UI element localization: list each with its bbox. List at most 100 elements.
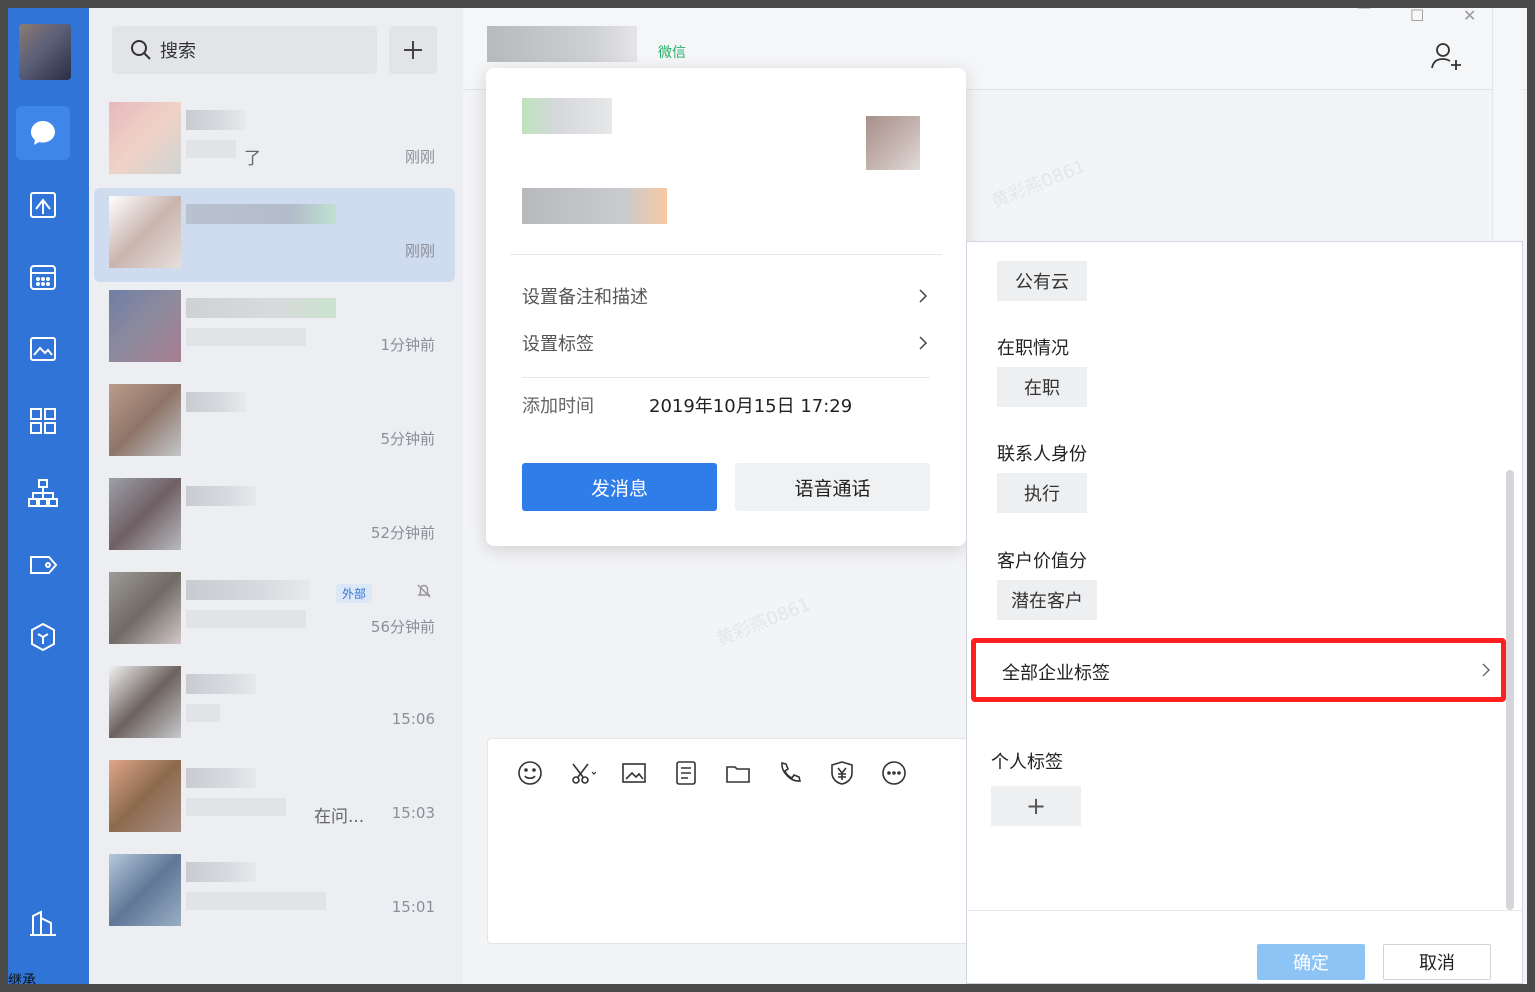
chat-time: 刚刚 bbox=[404, 148, 435, 166]
chat-message bbox=[186, 704, 220, 722]
chat-item[interactable]: 刚刚 bbox=[94, 188, 455, 282]
chat-item[interactable]: 52分钟前 bbox=[94, 470, 455, 564]
chat-name bbox=[186, 862, 256, 882]
add-personal-tag-button[interactable]: + bbox=[991, 786, 1081, 826]
all-enterprise-tags-label: 全部企业标签 bbox=[1002, 663, 1110, 684]
phone-icon[interactable] bbox=[764, 755, 816, 791]
tag-panel: 公有云 在职情况 在职 联系人身份 执行 客户价值分 潜在客户 全部企业标签 个… bbox=[966, 241, 1523, 984]
payment-icon[interactable] bbox=[816, 755, 868, 791]
voice-call-button[interactable]: 语音通话 bbox=[735, 463, 930, 511]
set-remark-label: 设置备注和描述 bbox=[522, 287, 648, 308]
chevron-right-icon bbox=[919, 336, 928, 350]
section-title: 个人标签 bbox=[991, 752, 1063, 773]
divider bbox=[522, 377, 930, 378]
section-title: 联系人身份 bbox=[997, 444, 1087, 465]
add-button[interactable] bbox=[389, 26, 437, 74]
divider bbox=[510, 254, 942, 255]
added-time-value: 2019年10月15日 17:29 bbox=[649, 396, 853, 417]
message-composer[interactable] bbox=[487, 738, 987, 944]
chat-message bbox=[186, 892, 326, 910]
watermark: 黄彩燕0861 bbox=[988, 155, 1089, 213]
organization-icon[interactable] bbox=[16, 466, 70, 520]
card-contact-info bbox=[522, 188, 667, 224]
apps-grid-icon[interactable] bbox=[16, 394, 70, 448]
tag-chip[interactable]: 公有云 bbox=[997, 261, 1087, 301]
confirm-button[interactable]: 确定 bbox=[1257, 944, 1365, 980]
chat-time: 56分钟前 bbox=[370, 618, 435, 636]
chat-name bbox=[186, 110, 246, 130]
chat-name bbox=[186, 580, 310, 600]
chat-time: 15:03 bbox=[391, 804, 435, 822]
chevron-right-icon bbox=[919, 289, 928, 303]
maximize-icon[interactable]: ☐ bbox=[1410, 8, 1424, 25]
chat-time: 15:01 bbox=[391, 898, 435, 916]
cancel-button[interactable]: 取消 bbox=[1383, 944, 1491, 980]
chat-name bbox=[186, 392, 246, 412]
tag-icon[interactable] bbox=[16, 538, 70, 592]
bottom-hint-text: 继承 bbox=[8, 973, 36, 984]
chat-preview: 在问... bbox=[314, 807, 365, 827]
chat-item[interactable]: 15:01 bbox=[94, 846, 455, 940]
gallery-icon[interactable] bbox=[16, 322, 70, 376]
app-window: 搜索 了 刚刚 刚刚 1分钟前 5分钟前 52分钟前 外部 56分钟前 15:0… bbox=[8, 8, 1527, 984]
scrollbar[interactable] bbox=[1506, 470, 1514, 910]
tag-chip[interactable]: 在职 bbox=[997, 367, 1087, 407]
set-tags-row[interactable]: 设置标签 bbox=[522, 323, 930, 363]
tag-chip[interactable]: 执行 bbox=[997, 473, 1087, 513]
chat-avatar bbox=[109, 572, 181, 644]
package-icon[interactable] bbox=[16, 610, 70, 664]
chat-item[interactable]: 在问... 15:03 bbox=[94, 752, 455, 846]
section-title: 客户价值分 bbox=[997, 551, 1087, 572]
chat-message bbox=[186, 140, 236, 158]
chat-avatar bbox=[109, 102, 181, 174]
search-placeholder: 搜索 bbox=[160, 41, 196, 62]
chat-item[interactable]: 15:06 bbox=[94, 658, 455, 752]
chat-name bbox=[186, 486, 256, 506]
chat-item[interactable]: 5分钟前 bbox=[94, 376, 455, 470]
workbench-icon[interactable] bbox=[16, 178, 70, 232]
document-icon[interactable] bbox=[660, 755, 712, 791]
chat-message bbox=[186, 798, 286, 816]
chat-avatar bbox=[109, 854, 181, 926]
section-title: 在职情况 bbox=[997, 338, 1069, 359]
chat-name bbox=[186, 768, 256, 788]
chat-message bbox=[186, 610, 306, 628]
user-avatar[interactable] bbox=[19, 24, 71, 80]
folder-icon[interactable] bbox=[712, 755, 764, 791]
chat-item[interactable]: 了 刚刚 bbox=[94, 94, 455, 188]
added-time-label: 添加时间 bbox=[522, 396, 594, 417]
card-contact-name bbox=[522, 98, 612, 134]
chat-item[interactable]: 1分钟前 bbox=[94, 282, 455, 376]
messages-icon[interactable] bbox=[16, 106, 70, 160]
chat-time: 15:06 bbox=[391, 710, 435, 728]
chat-message bbox=[186, 328, 306, 346]
close-icon[interactable]: ✕ bbox=[1463, 8, 1476, 25]
plus-icon bbox=[404, 41, 422, 59]
add-contact-icon[interactable] bbox=[1428, 38, 1464, 74]
emoji-icon[interactable] bbox=[504, 755, 556, 791]
buildings-icon[interactable] bbox=[16, 896, 70, 950]
chat-avatar bbox=[109, 666, 181, 738]
calendar-icon[interactable] bbox=[16, 250, 70, 304]
search-icon bbox=[131, 40, 151, 60]
watermark: 黄彩燕0861 bbox=[713, 593, 814, 651]
chat-time: 5分钟前 bbox=[380, 430, 435, 448]
tag-chip[interactable]: 潜在客户 bbox=[997, 580, 1097, 620]
more-icon[interactable] bbox=[868, 755, 920, 791]
minimize-icon[interactable]: ▔ bbox=[1358, 8, 1370, 25]
external-badge: 外部 bbox=[336, 584, 373, 603]
chat-avatar bbox=[109, 478, 181, 550]
image-icon[interactable] bbox=[608, 755, 660, 791]
divider bbox=[967, 910, 1522, 911]
chat-item[interactable]: 外部 56分钟前 bbox=[94, 564, 455, 658]
send-message-button[interactable]: 发消息 bbox=[522, 463, 717, 511]
all-enterprise-tags-row[interactable]: 全部企业标签 bbox=[971, 638, 1506, 702]
chat-name bbox=[186, 204, 336, 224]
chat-avatar bbox=[109, 760, 181, 832]
screenshot-icon[interactable] bbox=[556, 755, 608, 791]
side-panel-edge bbox=[1492, 8, 1523, 240]
search-input[interactable]: 搜索 bbox=[112, 26, 377, 74]
chat-time: 52分钟前 bbox=[370, 524, 435, 542]
contact-name bbox=[487, 26, 637, 62]
set-remark-row[interactable]: 设置备注和描述 bbox=[522, 276, 930, 316]
